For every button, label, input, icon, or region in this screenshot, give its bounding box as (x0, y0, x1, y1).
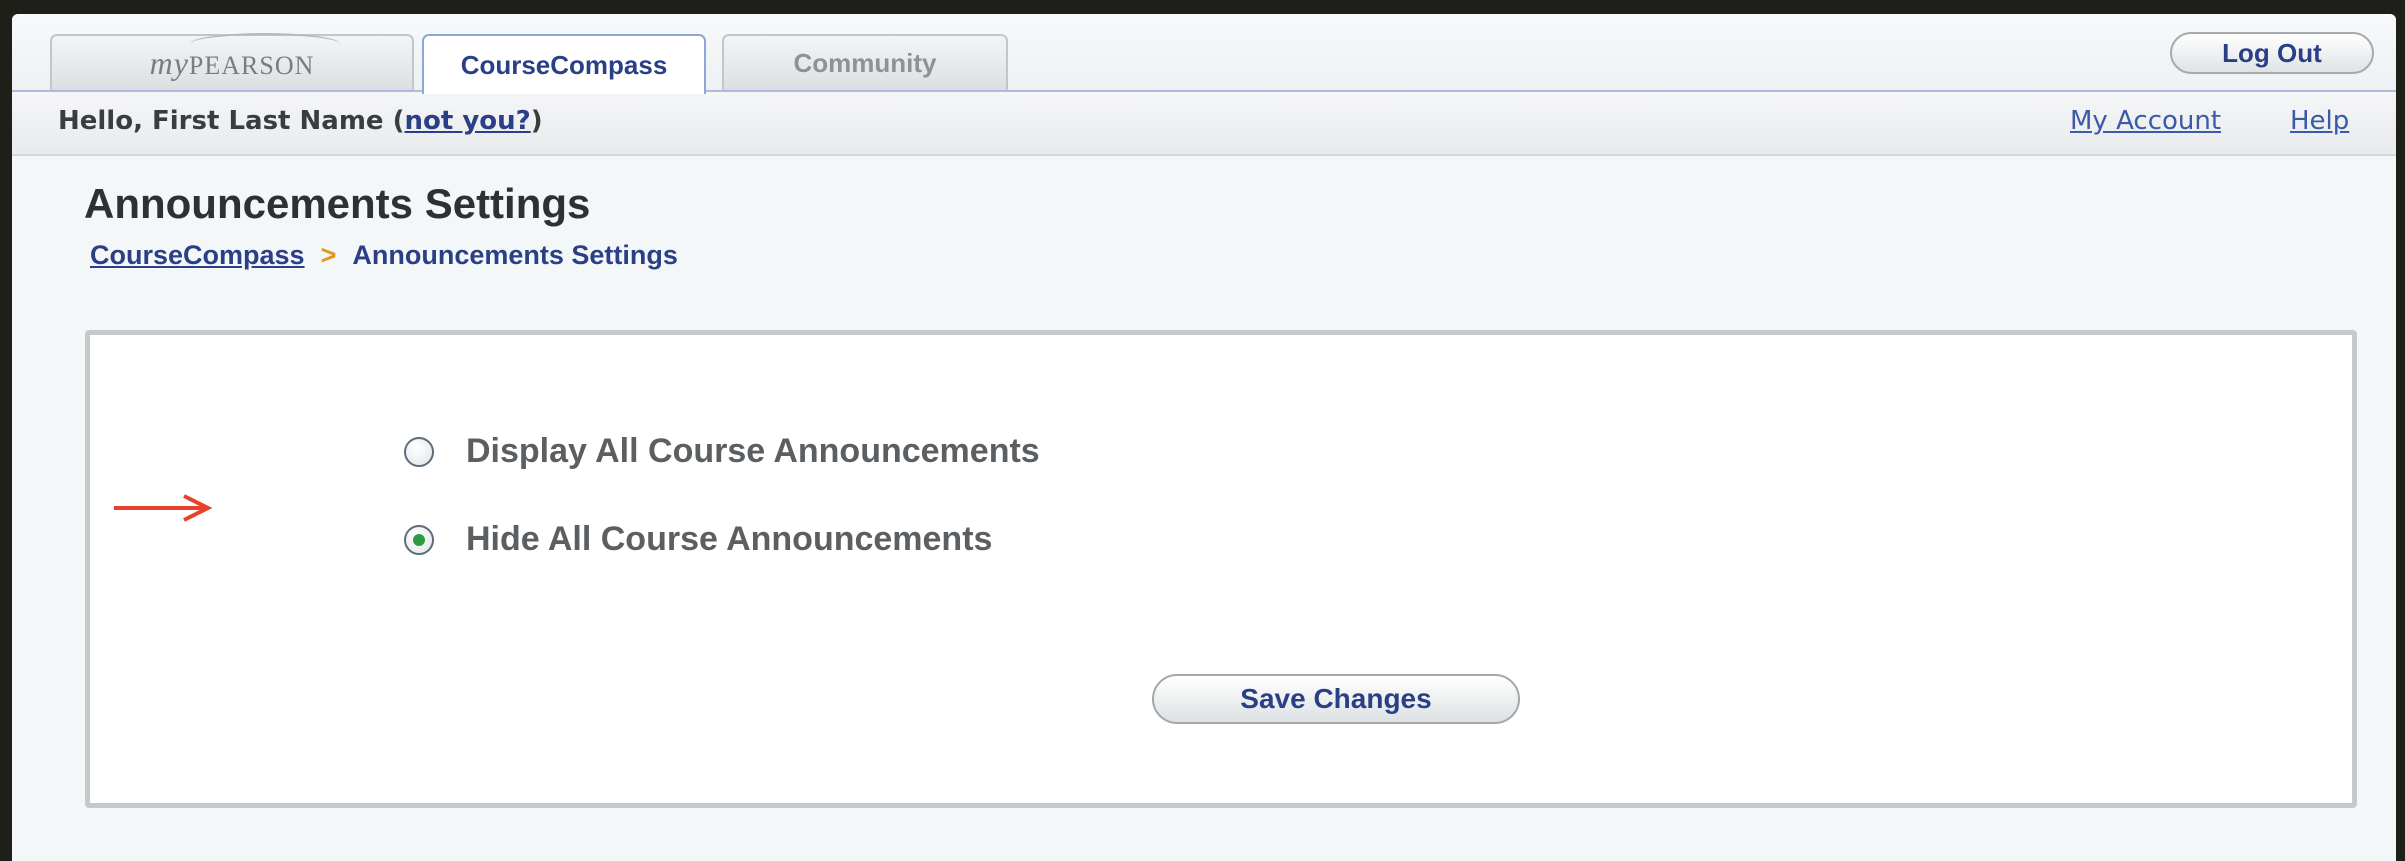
radio-selected-dot-icon (413, 533, 425, 546)
hide-all-label: Hide All Course Announcements (466, 520, 993, 558)
logout-button[interactable]: Log Out (2170, 32, 2374, 74)
hide-all-option[interactable]: Hide All Course Announcements (404, 520, 992, 559)
display-all-label: Display All Course Announcements (466, 432, 1040, 470)
tab-coursecompass[interactable]: CourseCompass (422, 34, 706, 94)
settings-panel (85, 330, 2357, 808)
display-all-option[interactable]: Display All Course Announcements (404, 432, 1040, 471)
breadcrumb-current: Announcements Settings (352, 240, 678, 270)
greeting-close: ) (530, 106, 543, 136)
top-tab-bar: myPEARSON CourseCompass Community Log Ou… (12, 14, 2396, 94)
greeting-text: Hello, First Last Name ( (58, 106, 405, 136)
not-you-link[interactable]: not you? (405, 106, 531, 136)
mypearson-logo: myPEARSON (149, 32, 340, 82)
logo-arc-icon (189, 32, 340, 55)
my-account-link[interactable]: My Account (2070, 106, 2221, 136)
tab-mypearson[interactable]: myPEARSON (50, 32, 414, 90)
breadcrumb-separator: > (320, 240, 337, 270)
radio-hide-all[interactable] (404, 524, 434, 555)
radio-display-all[interactable] (404, 436, 434, 467)
logo-pearson-text: PEARSON (188, 50, 315, 80)
tab-community[interactable]: Community (722, 34, 1008, 90)
user-bar: Hello, First Last Name (not you?) My Acc… (12, 92, 2396, 156)
browser-page: myPEARSON CourseCompass Community Log Ou… (12, 14, 2396, 861)
breadcrumb-coursecompass-link[interactable]: CourseCompass (90, 240, 305, 270)
red-arrow-icon (114, 494, 213, 522)
help-link[interactable]: Help (2290, 106, 2349, 136)
logo-my-text: my (149, 44, 189, 81)
breadcrumb: CourseCompass > Announcements Settings (90, 240, 678, 271)
greeting: Hello, First Last Name (not you?) (58, 106, 543, 136)
save-changes-button[interactable]: Save Changes (1152, 674, 1520, 724)
page-title: Announcements Settings (84, 180, 591, 227)
